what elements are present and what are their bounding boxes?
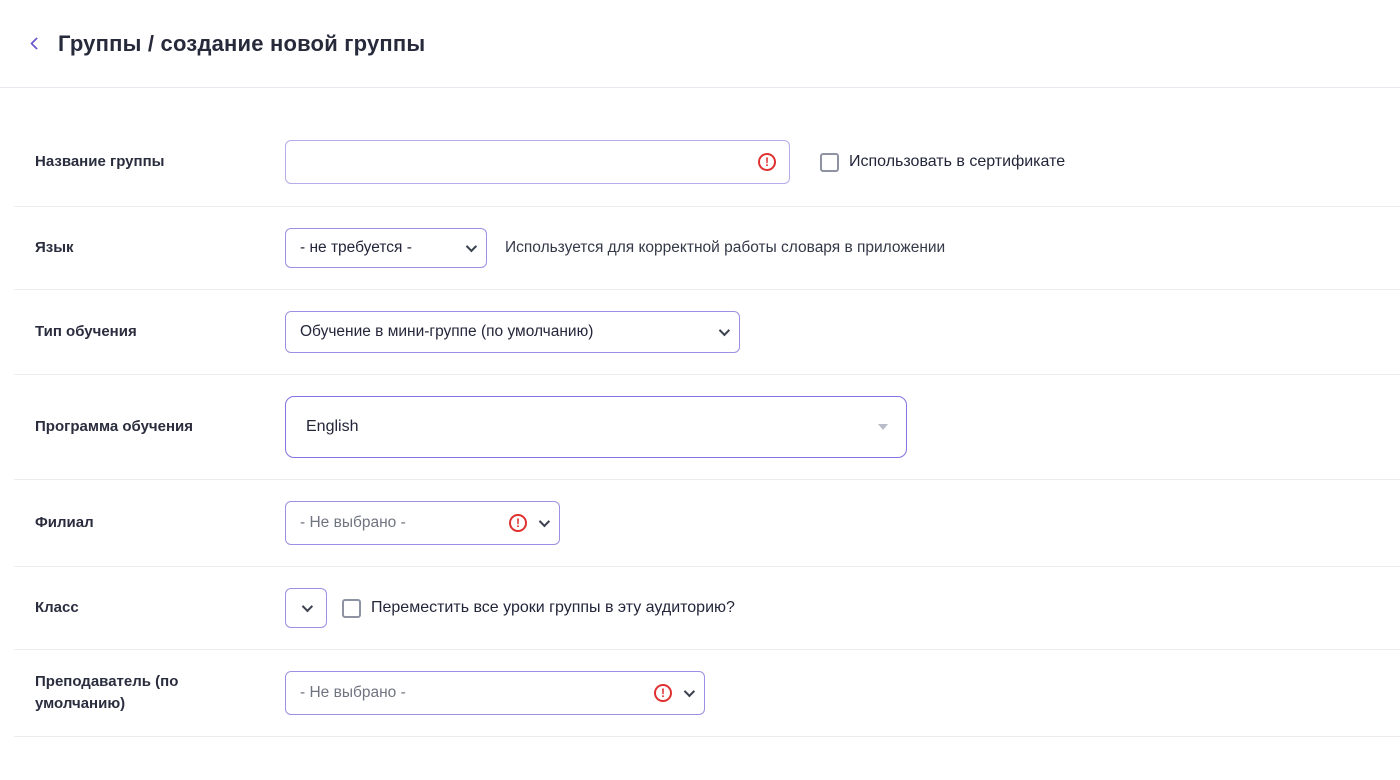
chevron-left-icon <box>29 37 43 50</box>
form-row-language: Язык - не требуется - Используется для к… <box>14 207 1400 290</box>
move-lessons-checkbox-label: Переместить все уроки группы в эту аудит… <box>371 599 735 616</box>
branch-selected-value: - Не выбрано - <box>300 514 406 531</box>
warning-icon: ! <box>509 514 527 532</box>
language-selected-value: - не требуется - <box>300 239 412 256</box>
program-selected-value: English <box>306 418 359 435</box>
move-lessons-checkbox-row[interactable]: Переместить все уроки группы в эту аудит… <box>342 598 735 618</box>
back-button[interactable] <box>22 30 50 58</box>
classroom-select[interactable] <box>285 588 327 628</box>
language-hint-text: Используется для корректной работы слова… <box>505 239 946 256</box>
caret-down-icon <box>878 424 888 430</box>
page-title: Группы / создание новой группы <box>58 30 426 56</box>
form-row-teacher: Преподаватель (по умолчанию) - Не выбран… <box>14 650 1400 737</box>
group-name-input-wrapper: ! <box>285 140 790 184</box>
page-header: Группы / создание новой группы <box>0 0 1400 88</box>
certificate-checkbox[interactable] <box>820 152 839 172</box>
field-label-branch: Филиал <box>35 514 94 532</box>
form-row-group-name: Название группы ! Использовать в сертифи… <box>14 88 1400 207</box>
create-group-form: Название группы ! Использовать в сертифи… <box>0 88 1400 737</box>
chevron-down-icon <box>683 685 696 698</box>
chevron-down-icon <box>301 600 314 613</box>
teacher-selected-value: - Не выбрано - <box>300 684 406 701</box>
move-lessons-checkbox[interactable] <box>342 598 361 618</box>
teacher-select[interactable]: - Не выбрано - ! <box>285 671 705 715</box>
field-label-language: Язык <box>35 239 74 257</box>
field-label-teacher: Преподаватель (по умолчанию) <box>35 673 179 712</box>
field-label-group-name: Название группы <box>35 153 165 171</box>
field-label-program: Программа обучения <box>35 418 194 436</box>
group-name-input[interactable] <box>285 140 790 184</box>
program-select[interactable]: English <box>285 396 907 458</box>
field-label-training-type: Тип обучения <box>35 323 137 341</box>
certificate-checkbox-label: Использовать в сертификате <box>849 153 1066 170</box>
training-type-selected-value: Обучение в мини-группе (по умолчанию) <box>300 323 594 340</box>
warning-icon: ! <box>654 684 672 702</box>
branch-select[interactable]: - Не выбрано - ! <box>285 501 560 545</box>
form-row-program: Программа обучения English <box>14 375 1400 480</box>
form-row-branch: Филиал - Не выбрано - ! <box>14 480 1400 567</box>
form-row-training-type: Тип обучения Обучение в мини-группе (по … <box>14 290 1400 375</box>
field-label-classroom: Класс <box>35 599 79 617</box>
form-row-classroom: Класс Переместить все уроки группы в эту… <box>14 567 1400 650</box>
chevron-down-icon <box>718 324 731 337</box>
warning-icon: ! <box>758 153 776 171</box>
chevron-down-icon <box>465 240 478 253</box>
certificate-checkbox-row[interactable]: Использовать в сертификате <box>820 152 1066 172</box>
training-type-select[interactable]: Обучение в мини-группе (по умолчанию) <box>285 311 740 353</box>
language-select[interactable]: - не требуется - <box>285 228 487 268</box>
chevron-down-icon <box>538 515 551 528</box>
